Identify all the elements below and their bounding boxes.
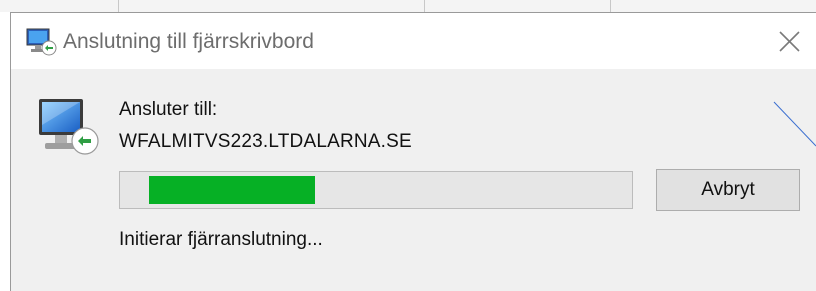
remote-desktop-icon: [26, 28, 57, 56]
remote-desktop-connection-dialog: Anslutning till fjärrskrivbord Ansluter …: [10, 12, 816, 291]
title-bar[interactable]: Anslutning till fjärrskrivbord: [11, 13, 816, 69]
remote-desktop-monitor-icon: [39, 99, 99, 155]
connection-progress-bar: [119, 171, 633, 209]
screenshot-stage: Anslutning till fjärrskrivbord Ansluter …: [0, 0, 816, 291]
dialog-content: Ansluter till: WFALMITVS223.LTDALARNA.SE…: [11, 69, 816, 291]
background-window-strip: [0, 0, 816, 12]
host-name: WFALMITVS223.LTDALARNA.SE: [119, 131, 412, 152]
connecting-to-label: Ansluter till:: [119, 99, 218, 120]
cancel-button[interactable]: Avbryt: [656, 169, 800, 211]
status-text: Initierar fjärranslutning...: [119, 229, 323, 250]
window-title: Anslutning till fjärrskrivbord: [63, 30, 314, 53]
progress-fill: [149, 176, 315, 204]
close-icon[interactable]: [773, 27, 805, 57]
